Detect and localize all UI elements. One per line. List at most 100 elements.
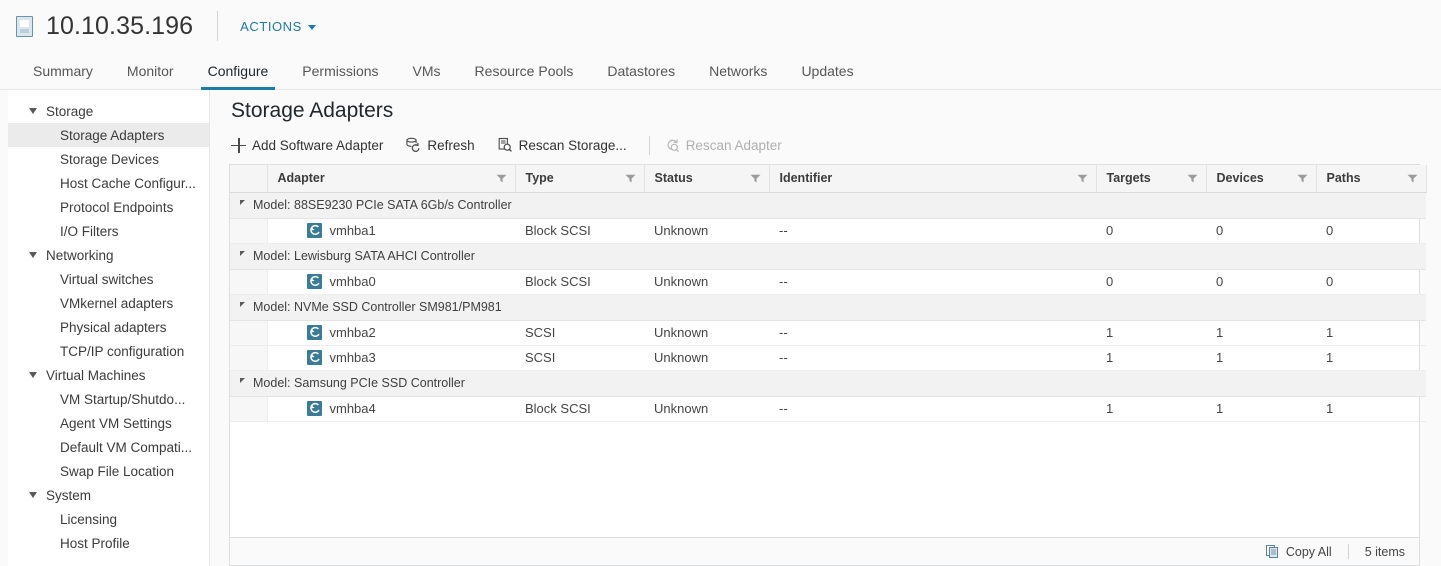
filter-icon[interactable] (1407, 174, 1418, 183)
column-header-adapter[interactable]: Adapter (267, 165, 516, 193)
copy-all-button[interactable]: Copy All (1265, 544, 1332, 559)
column-header-devices[interactable]: Devices (1206, 165, 1317, 193)
table-row[interactable]: vmhba4 Block SCSI Unknown -- 1 1 1 (230, 396, 1426, 422)
tab-label: Updates (801, 62, 854, 79)
sidebar-item-licensing[interactable]: Licensing (8, 507, 209, 531)
tab-permissions[interactable]: Permissions (285, 52, 395, 89)
header-divider (217, 11, 219, 41)
sidebar-item-swap-file-location[interactable]: Swap File Location (8, 459, 209, 483)
table-group-row[interactable]: Model: 88SE9230 PCIe SATA 6Gb/s Controll… (230, 192, 1426, 219)
sidebar-group-label: System (46, 487, 92, 503)
body-split: Storage Storage Adapters Storage Devices Ho… (0, 90, 1441, 566)
sidebar-item-tcp-ip-configuration[interactable]: TCP/IP configuration (8, 339, 209, 363)
add-software-adapter-button[interactable]: Add Software Adapter (231, 137, 405, 153)
tab-label: Datastores (607, 62, 676, 79)
filter-icon[interactable] (1297, 174, 1308, 183)
row-select-cell[interactable] (230, 345, 268, 371)
cell-devices: 1 (1206, 320, 1316, 346)
table-row[interactable]: vmhba2 SCSI Unknown -- 1 1 1 (230, 320, 1426, 346)
tab-monitor[interactable]: Monitor (110, 52, 191, 89)
cell-adapter: vmhba2 (267, 320, 515, 346)
cell-type: Block SCSI (515, 269, 644, 295)
tab-datastores[interactable]: Datastores (590, 52, 692, 89)
tab-vms[interactable]: VMs (396, 52, 458, 89)
filter-icon[interactable] (496, 174, 507, 183)
sidebar-item-storage-adapters[interactable]: Storage Adapters (8, 123, 209, 147)
filter-icon[interactable] (1187, 174, 1198, 183)
row-select-cell[interactable] (230, 218, 268, 244)
cell-paths: 1 (1316, 320, 1426, 346)
filter-icon[interactable] (750, 174, 761, 183)
adapters-toolbar: Add Software Adapter Refresh Rescan Storag… (231, 128, 1425, 162)
row-select-cell[interactable] (230, 269, 268, 295)
cell-targets: 1 (1096, 345, 1206, 371)
sidebar-item-agent-vm-settings[interactable]: Agent VM Settings (8, 411, 209, 435)
table-group-cell: Model: 88SE9230 PCIe SATA 6Gb/s Controll… (230, 192, 1426, 219)
tab-updates[interactable]: Updates (784, 52, 870, 89)
table-row[interactable]: vmhba1 Block SCSI Unknown -- 0 0 0 (230, 218, 1426, 244)
sidebar-group-virtual-machines[interactable]: Virtual Machines (8, 363, 209, 387)
table-group-row[interactable]: Model: Samsung PCIe SSD Controller (230, 370, 1426, 397)
table-group-row[interactable]: Model: NVMe SSD Controller SM981/PM981 (230, 294, 1426, 321)
tab-summary[interactable]: Summary (16, 52, 110, 89)
column-header-label: Targets (1106, 171, 1151, 186)
tab-configure[interactable]: Configure (191, 52, 286, 90)
sidebar-group-storage[interactable]: Storage (8, 99, 209, 123)
cell-status: Unknown (644, 218, 769, 244)
cell-targets: 1 (1096, 396, 1206, 422)
group-collapse-icon[interactable] (240, 251, 245, 261)
table-empty-area (230, 421, 1419, 537)
table-row[interactable]: vmhba3 SCSI Unknown -- 1 1 1 (230, 345, 1426, 371)
cell-targets: 0 (1096, 269, 1206, 295)
sidebar-item-host-profile[interactable]: Host Profile (8, 531, 209, 555)
caret-down-icon (29, 108, 37, 114)
group-collapse-icon[interactable] (240, 302, 245, 312)
column-header-status[interactable]: Status (644, 165, 770, 193)
row-select-cell[interactable] (230, 396, 268, 422)
row-select-cell[interactable] (230, 320, 268, 346)
table-group-row[interactable]: Model: Lewisburg SATA AHCI Controller (230, 243, 1426, 270)
adapter-name: vmhba0 (329, 274, 376, 289)
filter-icon[interactable] (625, 174, 636, 183)
sidebar-group-system[interactable]: System (8, 483, 209, 507)
sidebar-item-label: TCP/IP configuration (60, 343, 185, 359)
group-collapse-icon[interactable] (240, 200, 245, 210)
column-header-label: Adapter (277, 171, 325, 186)
settings-sidebar[interactable]: Storage Storage Adapters Storage Devices Ho… (8, 90, 210, 566)
adapter-name: vmhba2 (329, 325, 376, 340)
column-header-paths[interactable]: Paths (1316, 165, 1427, 193)
sidebar-item-label: Storage Adapters (60, 127, 165, 143)
column-header-type[interactable]: Type (515, 165, 645, 193)
cell-paths: 1 (1316, 345, 1426, 371)
cell-identifier: -- (769, 218, 1096, 244)
sidebar-item-label: Physical adapters (60, 319, 167, 335)
tab-label: VMs (412, 62, 441, 79)
refresh-button[interactable]: Refresh (405, 137, 496, 153)
tab-resource-pools[interactable]: Resource Pools (458, 52, 591, 89)
sidebar-item-default-vm-compati[interactable]: Default VM Compati... (8, 435, 209, 459)
actions-menu-button[interactable]: ACTIONS (240, 19, 316, 34)
table-row[interactable]: vmhba0 Block SCSI Unknown -- 0 0 0 (230, 269, 1426, 295)
sidebar-item-label: Host Profile (60, 535, 130, 551)
sidebar-group-networking[interactable]: Networking (8, 243, 209, 267)
sidebar-item-host-cache-configur[interactable]: Host Cache Configur... (8, 171, 209, 195)
filter-icon[interactable] (1077, 174, 1088, 183)
sidebar-item-i-o-filters[interactable]: I/O Filters (8, 219, 209, 243)
caret-down-icon (29, 492, 37, 498)
rescan-adapter-button: Rescan Adapter (664, 137, 804, 153)
sidebar-item-vm-startup-shutdo[interactable]: VM Startup/Shutdo... (8, 387, 209, 411)
tab-networks[interactable]: Networks (692, 52, 784, 89)
group-collapse-icon[interactable] (240, 378, 245, 388)
column-header-select[interactable] (230, 165, 268, 193)
column-header-targets[interactable]: Targets (1096, 165, 1207, 193)
sidebar-item-virtual-switches[interactable]: Virtual switches (8, 267, 209, 291)
sidebar-item-storage-devices[interactable]: Storage Devices (8, 147, 209, 171)
tab-label: Resource Pools (474, 62, 574, 79)
sidebar-item-protocol-endpoints[interactable]: Protocol Endpoints (8, 195, 209, 219)
sidebar-item-physical-adapters[interactable]: Physical adapters (8, 315, 209, 339)
storage-adapter-icon (306, 401, 322, 416)
page-title: Storage Adapters (231, 99, 394, 122)
column-header-identifier[interactable]: Identifier (769, 165, 1097, 193)
rescan-storage-button[interactable]: Rescan Storage... (497, 137, 649, 153)
sidebar-item-vmkernel-adapters[interactable]: VMkernel adapters (8, 291, 209, 315)
